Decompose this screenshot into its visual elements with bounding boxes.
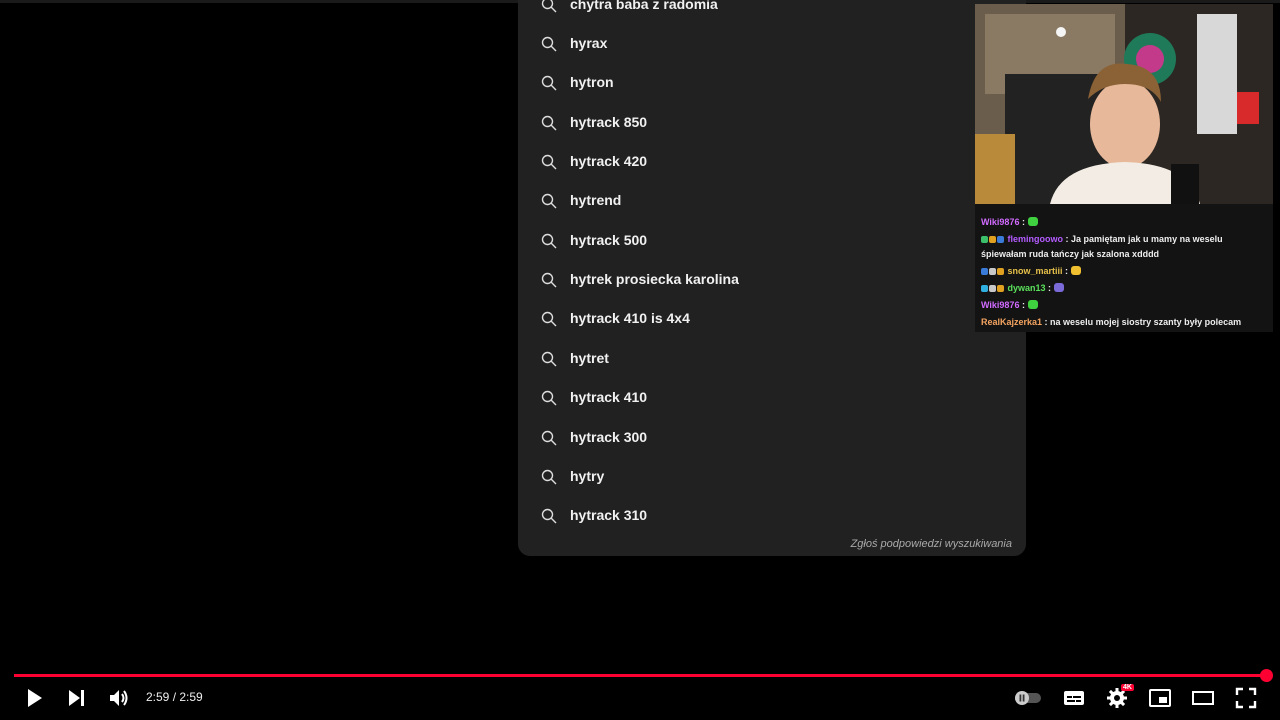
chat-text: Ja pamiętam jak u mamy na weselu: [1068, 234, 1223, 244]
chat-username: flemingoowo: [1007, 234, 1064, 244]
suggestion-item[interactable]: hytry: [518, 457, 1026, 496]
suggestion-item[interactable]: hytrack 300: [518, 418, 1026, 457]
suggestion-text: hytrack 410 is 4x4: [570, 310, 690, 326]
badge-icon: [981, 236, 988, 243]
progress-scrubber[interactable]: [1260, 669, 1273, 682]
webcam-overlay: [975, 4, 1273, 205]
suggestion-text: hytrack 410: [570, 389, 648, 405]
search-icon: [541, 75, 557, 91]
chat-message: snow_martiii :: [981, 266, 1082, 276]
chat-username: Wiki9876: [981, 217, 1020, 227]
quality-badge: 4K: [1121, 684, 1134, 691]
badge-icon: [981, 268, 988, 275]
badge-icon: [997, 268, 1004, 275]
badge-icon: [989, 268, 996, 275]
badge-icon: [981, 285, 988, 292]
suggestion-item[interactable]: hytrack 410 is 4x4: [518, 299, 1026, 338]
search-icon: [541, 469, 557, 485]
suggestion-text: hytrend: [570, 192, 622, 208]
progress-bar[interactable]: [14, 674, 1266, 677]
search-icon: [541, 272, 557, 288]
suggestion-text: hytrack 300: [570, 429, 648, 445]
suggestion-item[interactable]: hytrack 310: [518, 496, 1026, 535]
search-suggestions-dropdown: chytra baba z radomia hyrax hytron hytra…: [518, 0, 1026, 556]
suggestion-text: hytrack 310: [570, 507, 648, 523]
suggestion-item[interactable]: hyrax: [518, 24, 1026, 63]
chat-username: snow_martiii: [1007, 266, 1063, 276]
search-icon: [541, 36, 557, 52]
chat-message: Wiki9876 :: [981, 300, 1038, 310]
fullscreen-icon[interactable]: [1234, 686, 1258, 710]
search-icon: [541, 351, 557, 367]
suggestion-item[interactable]: hytrack 850: [518, 103, 1026, 142]
search-icon: [541, 233, 557, 249]
search-icon: [541, 430, 557, 446]
badge-icon: [997, 285, 1004, 292]
chat-text: śpiewałam ruda tańczy jak szalona xdddd: [981, 249, 1160, 259]
search-icon: [541, 193, 557, 209]
suggestion-item[interactable]: chytra baba z radomia: [518, 0, 1026, 24]
chat-message-continued: śpiewałam ruda tańczy jak szalona xdddd: [981, 249, 1159, 259]
chat-message: Wiki9876 :: [981, 217, 1038, 227]
chat-message: RealKajzerka1 : na weselu mojej siostry …: [981, 317, 1242, 327]
chat-message: dywan13 :: [981, 283, 1065, 293]
search-icon: [541, 508, 557, 524]
streamer-webcam-image: [975, 4, 1273, 204]
suggestion-text: hytron: [570, 74, 614, 90]
chat-message: flemingoowo : Ja pamiętam jak u mamy na …: [981, 234, 1223, 244]
chat-username: Wiki9876: [981, 300, 1020, 310]
suggestion-item[interactable]: hytrack 500: [518, 221, 1026, 260]
suggestion-text: hytret: [570, 350, 609, 366]
badge-icon: [989, 285, 996, 292]
search-icon: [541, 115, 557, 131]
suggestion-item[interactable]: hytrack 410: [518, 378, 1026, 417]
chat-username: RealKajzerka1: [981, 317, 1043, 327]
volume-icon[interactable]: [107, 686, 131, 710]
time-display: 2:59 / 2:59: [146, 690, 203, 704]
subtitles-icon[interactable]: [1062, 686, 1086, 710]
suggestion-item[interactable]: hytrack 420: [518, 142, 1026, 181]
search-icon: [541, 154, 557, 170]
emote-icon: [1054, 283, 1065, 292]
search-icon: [541, 390, 557, 406]
chat-text: na weselu mojej siostry szanty były pole…: [1047, 317, 1242, 327]
play-icon[interactable]: [22, 686, 46, 710]
theater-mode-icon[interactable]: [1191, 686, 1215, 710]
suggestion-item[interactable]: hytret: [518, 339, 1026, 378]
suggestion-text: hytrack 420: [570, 153, 648, 169]
search-icon: [541, 0, 557, 13]
suggestion-text: hytrack 500: [570, 232, 648, 248]
autoplay-toggle-icon[interactable]: [1013, 686, 1043, 710]
suggestion-text: hytrack 850: [570, 114, 648, 130]
suggestion-item[interactable]: hytron: [518, 63, 1026, 102]
suggestion-text: hytry: [570, 468, 605, 484]
badge-icon: [989, 236, 996, 243]
suggestion-text: chytra baba z radomia: [570, 0, 718, 12]
suggestion-item[interactable]: hytrek prosiecka karolina: [518, 260, 1026, 299]
search-icon: [541, 311, 557, 327]
chat-overlay: Wiki9876 : flemingoowo : Ja pamiętam jak…: [975, 204, 1273, 332]
emote-icon: [1071, 266, 1082, 275]
badge-icon: [997, 236, 1004, 243]
suggestion-item[interactable]: hytrend: [518, 181, 1026, 220]
emote-icon: [1027, 300, 1038, 309]
report-suggestions-link[interactable]: Zgłoś podpowiedzi wyszukiwania: [851, 538, 1012, 550]
suggestion-text: hytrek prosiecka karolina: [570, 271, 739, 287]
miniplayer-icon[interactable]: [1148, 686, 1172, 710]
suggestion-text: hyrax: [570, 35, 608, 51]
next-icon[interactable]: [65, 686, 89, 710]
chat-username: dywan13: [1007, 283, 1046, 293]
emote-icon: [1027, 217, 1038, 226]
